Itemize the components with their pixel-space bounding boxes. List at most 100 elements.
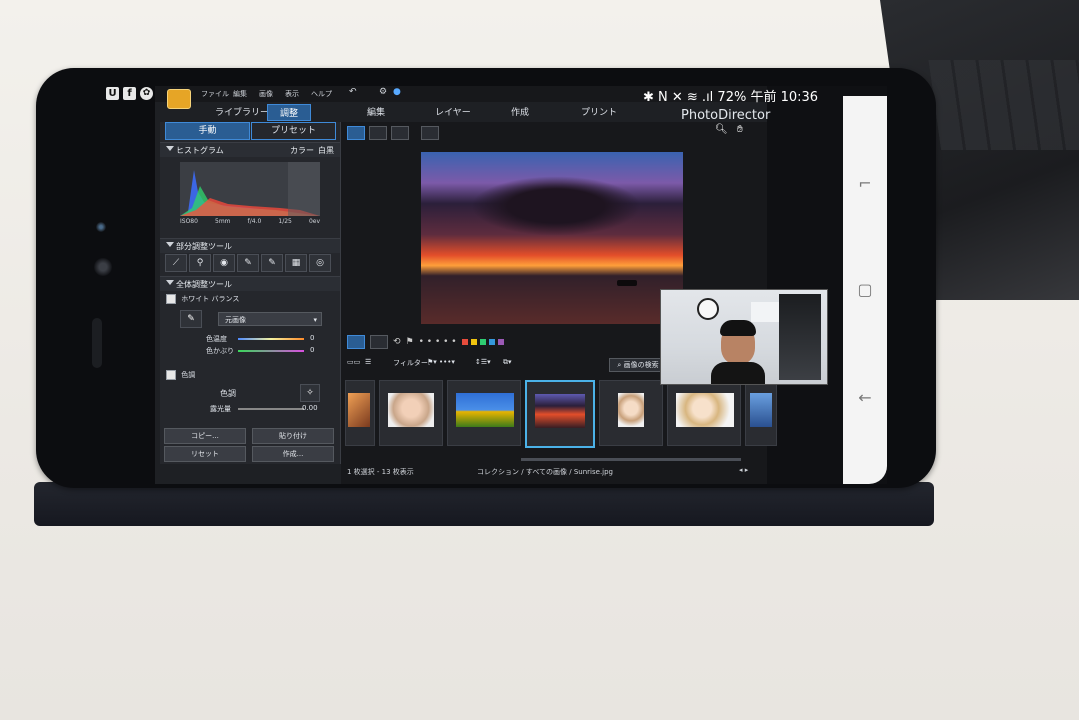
collapse-icon [166,242,174,247]
rating-dots[interactable]: • • • • • [419,337,457,347]
spot-tool-icon[interactable]: ◎ [309,254,331,272]
exif-aperture: f/4.0 [247,218,262,225]
front-sensor [96,222,106,232]
home-icon[interactable]: ▢ [857,282,873,298]
thumbnail-portrait-1[interactable] [379,380,443,446]
phone-speaker [92,318,102,368]
color-label-purple[interactable] [497,339,504,345]
photo-preview[interactable] [421,152,683,324]
misc-notification-icon: ✿ [140,87,153,100]
global-tools-header[interactable]: 全体調整ツール [160,276,340,291]
scroll-arrows-icon[interactable]: ◂ ▸ [739,466,748,474]
radial-tool-icon[interactable]: ⚲ [189,254,211,272]
video-call-overlay[interactable] [660,289,828,385]
zoom-icon[interactable]: 🔍︎ [715,124,728,135]
compare-view-icon[interactable] [369,126,387,140]
white-balance-value: 元画像 [225,316,246,324]
thumbnail-sunrise-selected[interactable] [525,380,595,448]
image-search-button[interactable]: ⌕ 画像の検索 [609,358,667,372]
color-label-green[interactable] [479,339,486,345]
white-balance-label: ホワイト バランス [181,295,240,303]
tone-row[interactable]: 色調 [166,370,195,380]
exposure-label: 露光量 [210,405,231,413]
thumbnail-partial[interactable] [345,380,375,446]
color-label-blue[interactable] [488,339,495,345]
color-label-red[interactable] [461,339,468,345]
tab-layers[interactable]: レイヤー [423,104,483,119]
thumbnail-image [456,393,514,427]
exposure-slider[interactable] [238,408,304,410]
brush-tool-icon[interactable]: ✎ [237,254,259,272]
thumbnail-portrait-2[interactable] [599,380,663,446]
temperature-label: 色温度 [206,335,227,343]
eyedropper-icon[interactable]: ✎ [180,310,202,328]
phone-screen: ファイル 編集 画像 表示 ヘルプ ↶ ⚙ ● ライブラリー 調整 編集 レイヤ… [155,86,887,484]
filmstrip [341,380,777,450]
filter-dropdown[interactable]: ⚑▾ •••▾ [427,358,455,366]
thumbnail-sunflower[interactable] [447,380,521,446]
ceiling-light [751,302,779,322]
white-balance-row[interactable]: ホワイト バランス [166,294,239,304]
list-view-icon[interactable]: ☰ [365,358,371,366]
paste-button[interactable]: 貼り付け [252,428,334,444]
copy-button[interactable]: コピー... [164,428,246,444]
red-eye-tool-icon[interactable]: ◉ [213,254,235,272]
thumbnail-partial-2[interactable] [745,380,777,446]
reset-button[interactable]: リセット [164,446,246,462]
stack-dropdown[interactable]: ⧉▾ [503,358,512,367]
single-view-icon[interactable] [347,126,365,140]
facebook-icon: f [123,87,136,100]
histogram-mode-color[interactable]: カラー [290,145,314,156]
thumb-size-icon[interactable]: ▭▭ [347,358,360,366]
rotate-icon[interactable]: ⟲ [393,337,401,347]
thumbnail-image [750,393,772,427]
phone-stand [34,482,934,526]
tab-print[interactable]: プリント [569,104,629,119]
caller-hair [720,320,756,336]
image-search-label: 画像の検索 [623,361,659,369]
gradient-tool-icon[interactable]: ⟋ [165,254,187,272]
background-door [779,294,821,380]
subtab-manual[interactable]: 手動 [165,122,250,140]
sort-dropdown[interactable]: ↕☰▾ [475,358,491,366]
histogram-header[interactable]: ヒストグラム カラー 白黒 [160,142,340,157]
flag-icon[interactable]: ⚑ [406,337,414,347]
tone-checkbox[interactable] [166,370,176,380]
status-left-icons: U f ✿ [106,87,153,100]
compare-icon[interactable] [370,335,388,349]
white-balance-dropdown[interactable]: 元画像 ▾ [218,312,322,326]
exif-iso: ISO80 [180,218,198,225]
auto-tone-icon[interactable]: ✧ [300,384,320,402]
local-tools-header[interactable]: 部分調整ツール [160,238,340,253]
tint-label: 色かぶり [206,347,234,355]
tint-slider[interactable] [238,350,304,352]
app-title: PhotoDirector [681,108,771,123]
tab-create[interactable]: 作成 [499,104,541,119]
subtab-presets[interactable]: プリセット [251,122,336,140]
white-balance-checkbox[interactable] [166,294,176,304]
tab-adjust[interactable]: 調整 [267,104,312,121]
recent-apps-icon[interactable]: ⌐ [857,176,873,192]
thumbnail-portrait-3[interactable] [667,380,741,446]
back-icon[interactable]: ← [857,390,873,406]
temperature-value: 0 [310,334,315,342]
temperature-slider[interactable] [238,338,304,340]
preview-cloud [471,176,641,236]
tab-edit[interactable]: 編集 [355,104,397,119]
photodirector-window: ファイル 編集 画像 表示 ヘルプ ↶ ⚙ ● ライブラリー 調整 編集 レイヤ… [155,86,777,484]
tint-value: 0 [310,346,315,354]
filmstrip-scrollbar[interactable] [521,458,741,461]
phone-status-bar: ✱ N ✕ ≋ .ıl 72% 午前 10:36 [155,86,887,105]
mask-tool-icon[interactable]: ▦ [285,254,307,272]
local-tools-row: ⟋ ⚲ ◉ ✎ ✎ ▦ ◎ [165,254,337,272]
healing-tool-icon[interactable]: ✎ [261,254,283,272]
fit-view-icon[interactable] [347,335,365,349]
collapse-icon [166,146,174,151]
filter-label: フィルター: [393,359,431,367]
histogram-mode-bw[interactable]: 白黒 [318,145,334,156]
create-button[interactable]: 作成... [252,446,334,462]
color-label-yellow[interactable] [470,339,477,345]
before-after-icon[interactable] [421,126,439,140]
hand-icon[interactable]: ✋︎ [737,124,743,135]
grid-view-icon[interactable] [391,126,409,140]
